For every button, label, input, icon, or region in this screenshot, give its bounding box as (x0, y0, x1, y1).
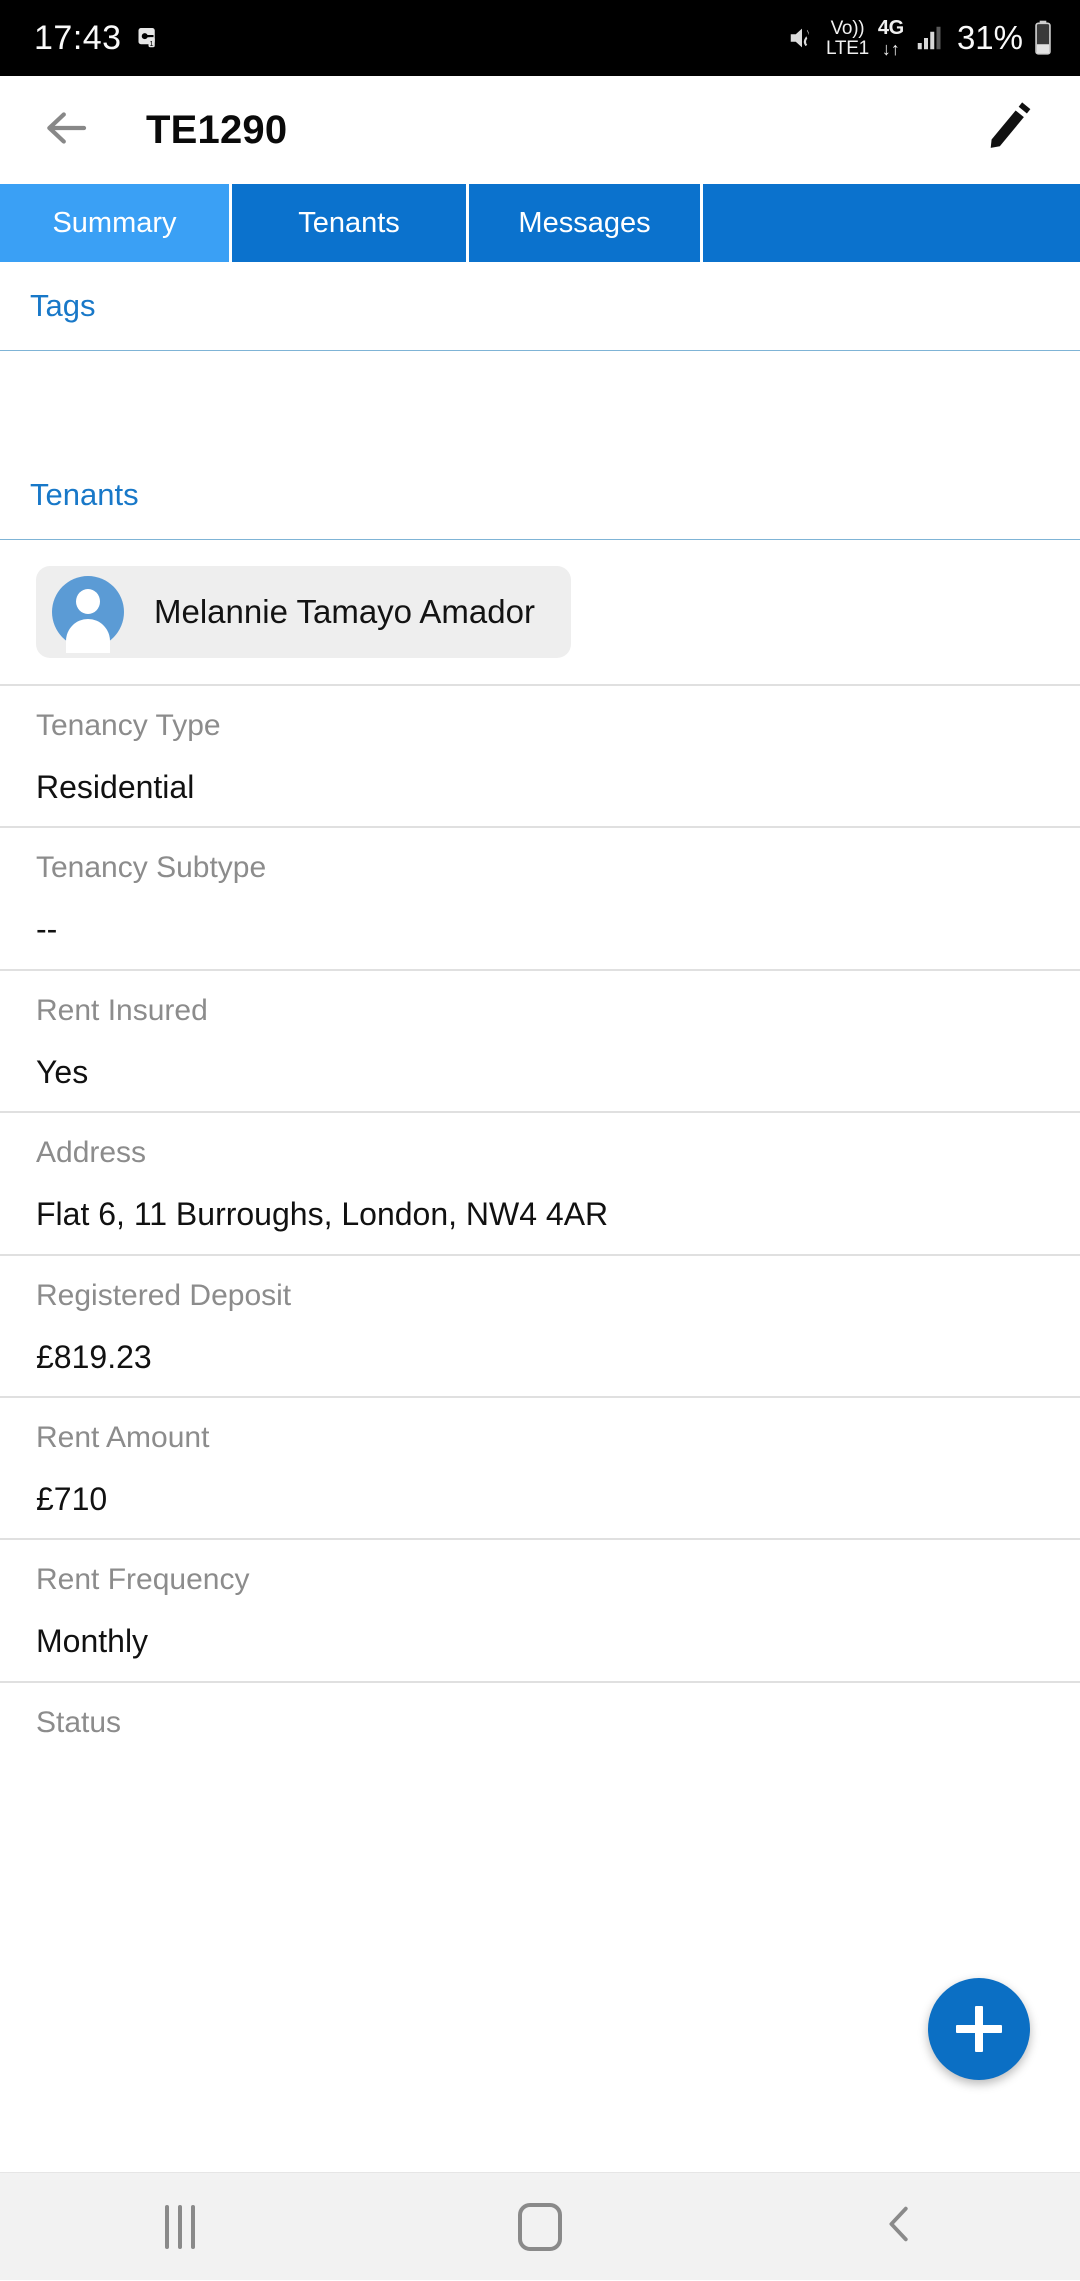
section-tags-title: Tags (30, 288, 96, 323)
recents-icon (165, 2204, 195, 2249)
field-registered-deposit: Registered Deposit £819.23 (0, 1256, 1080, 1396)
field-label: Rent Amount (36, 1420, 210, 1454)
field-rent-frequency: Rent Frequency Monthly (0, 1540, 1080, 1680)
field-rent-insured: Rent Insured Yes (0, 971, 1080, 1111)
edit-button[interactable] (978, 98, 1042, 162)
svg-text:1: 1 (149, 39, 153, 48)
status-bar-left: 17:43 1 (34, 19, 166, 58)
home-button[interactable] (480, 2173, 600, 2281)
tenant-chip[interactable]: Melannie Tamayo Amador (36, 566, 571, 658)
add-button[interactable] (928, 1978, 1030, 2080)
field-value: £710 (36, 1480, 108, 1517)
field-label: Rent Frequency (36, 1563, 250, 1597)
status-bar-right: Vo)) LTE1 4G ↓↑ 31% (787, 18, 1054, 58)
field-value: Monthly (36, 1623, 149, 1660)
back-arrow-icon (39, 101, 93, 160)
volte-line-2: LTE1 (826, 37, 869, 59)
tab-summary[interactable]: Summary (0, 184, 232, 262)
status-bar: 17:43 1 Vo)) LTE1 4G ↓↑ 31% (0, 0, 1080, 76)
nav-back-button[interactable] (840, 2173, 960, 2281)
field-label: Tenancy Subtype (36, 851, 267, 885)
field-tenancy-subtype: Tenancy Subtype -- (0, 828, 1080, 968)
field-value: Yes (36, 1053, 89, 1090)
volte-indicator: Vo)) LTE1 (826, 19, 869, 58)
network-type-label: 4G (877, 17, 904, 39)
field-tenancy-type: Tenancy Type Residential (0, 686, 1080, 826)
section-tags: Tags (0, 262, 1080, 350)
battery-icon (1032, 20, 1054, 56)
tenant-name: Melannie Tamayo Amador (154, 593, 535, 630)
tab-tenants[interactable]: Tenants (232, 184, 469, 262)
edit-pencil-icon (984, 101, 1036, 159)
recents-button[interactable] (120, 2173, 240, 2281)
field-rent-amount: Rent Amount £710 (0, 1398, 1080, 1538)
field-label: Registered Deposit (36, 1278, 292, 1312)
tab-summary-label: Summary (52, 206, 177, 239)
plus-icon-vertical (975, 2006, 983, 2052)
volume-mute-icon (787, 23, 817, 53)
battery-percent: 31% (956, 19, 1023, 56)
field-value: -- (36, 911, 58, 948)
section-tenants-title: Tenants (30, 477, 139, 512)
volte-line-1: Vo)) (830, 17, 865, 39)
field-value: £819.23 (36, 1338, 152, 1375)
app-bar: TE1290 (0, 76, 1080, 184)
field-label: Rent Insured (36, 993, 208, 1027)
tags-empty-area (0, 351, 1080, 451)
tab-messages[interactable]: Messages (469, 184, 703, 262)
field-status: Status (0, 1683, 1080, 1761)
person-avatar-icon (52, 576, 124, 653)
tab-messages-label: Messages (518, 206, 651, 239)
section-tenants: Tenants (0, 451, 1080, 539)
tab-bar[interactable]: Summary Tenants Messages (0, 184, 1080, 262)
field-value: Residential (36, 769, 195, 805)
status-time: 17:43 (34, 18, 122, 57)
android-nav-bar (0, 2172, 1080, 2280)
home-icon (518, 2202, 562, 2251)
signal-bars-icon (913, 23, 945, 53)
network-type-indicator: 4G ↓↑ (878, 18, 904, 58)
field-label: Address (36, 1136, 147, 1170)
field-address: Address Flat 6, 11 Burroughs, London, NW… (0, 1113, 1080, 1253)
field-label: Status (36, 1705, 122, 1739)
tab-tenants-label: Tenants (298, 206, 400, 239)
dual-sim-icon: 1 (136, 23, 166, 53)
data-arrows-icon: ↓↑ (881, 39, 900, 59)
summary-content: Tags Tenants Melannie Tamayo Amador Tena… (0, 262, 1080, 1761)
back-button[interactable] (34, 98, 98, 162)
tab-next-partial[interactable] (703, 184, 1008, 262)
tenant-list: Melannie Tamayo Amador (0, 540, 1080, 684)
back-chevron-icon (877, 2201, 923, 2252)
field-label: Tenancy Type (36, 709, 221, 742)
field-value: Flat 6, 11 Burroughs, London, NW4 4AR (36, 1196, 609, 1233)
page-title: TE1290 (146, 107, 288, 152)
